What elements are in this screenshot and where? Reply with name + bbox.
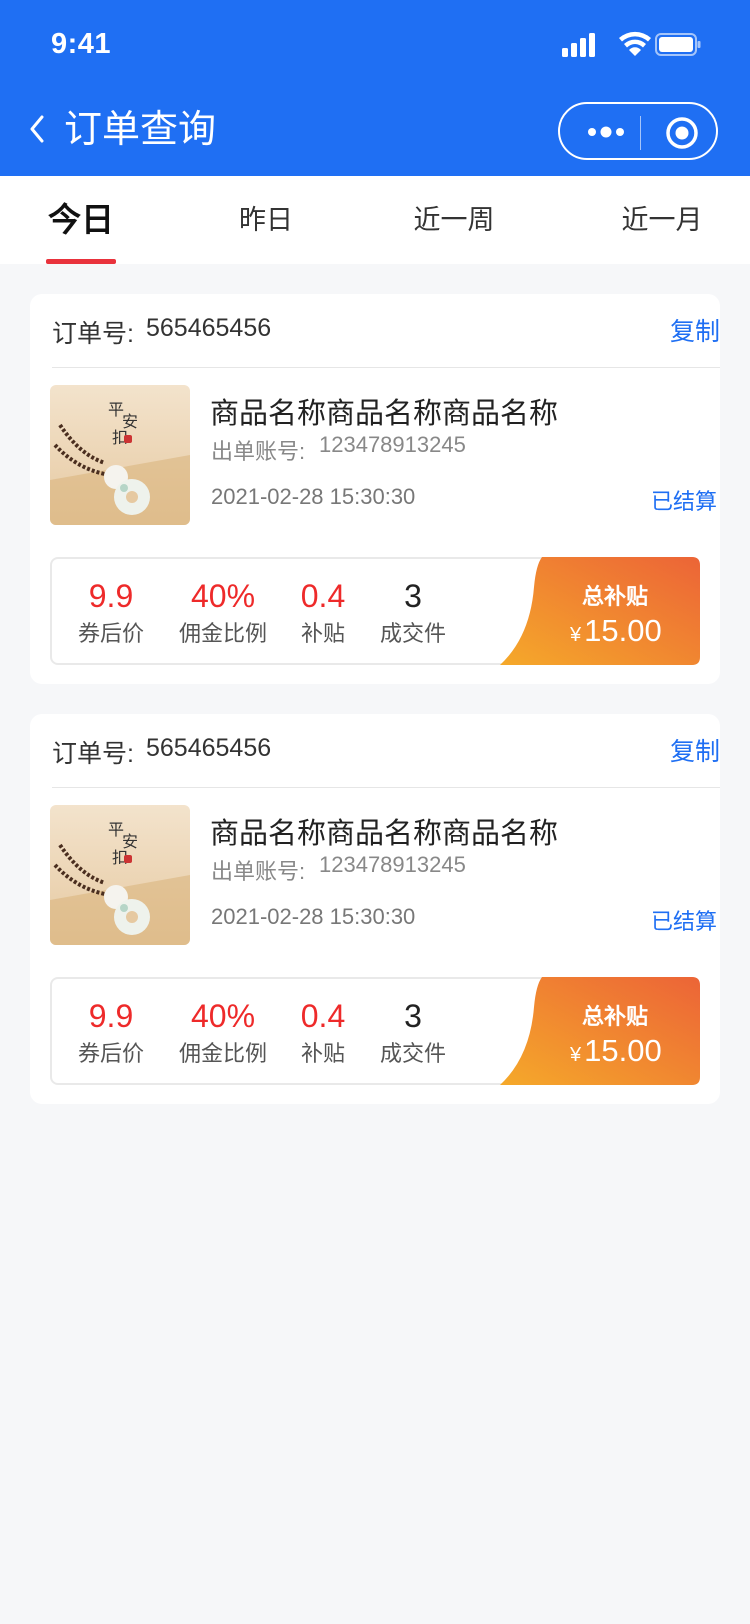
stat-value: 3 <box>404 998 422 1034</box>
stat-commission-rate: 40% 佣金比例 <box>176 577 270 647</box>
stat-value: 9.9 <box>88 998 134 1034</box>
app-header: 9:41 订单查询 <box>0 0 750 176</box>
status-badge: 已结算 <box>651 909 718 934</box>
battery-icon <box>655 33 701 56</box>
amount-value: 15.00 <box>584 1033 662 1068</box>
total-subsidy-panel: 总补贴 ¥15.00 <box>500 557 700 665</box>
tab-last-month[interactable]: 近一月 <box>612 176 712 264</box>
stat-label: 补贴 <box>300 621 345 646</box>
tab-last-week[interactable]: 近一周 <box>404 176 504 264</box>
account-label: 出单账号: <box>211 439 306 464</box>
copy-button[interactable]: 复制 <box>670 312 720 348</box>
product-name: 商品名称商品名称商品名称 <box>210 818 559 850</box>
product-image[interactable]: 平 安 扣 <box>50 385 190 525</box>
stat-value: 3 <box>404 578 422 614</box>
stat-label: 成交件 <box>379 621 446 646</box>
stat-price: 9.9 券后价 <box>76 577 146 647</box>
currency-symbol: ¥ <box>570 624 582 646</box>
currency-symbol: ¥ <box>570 1044 582 1066</box>
total-subsidy-label: 总补贴 <box>582 584 649 609</box>
stat-value: 40% <box>190 998 256 1034</box>
account-number: 123478913245 <box>319 432 466 457</box>
stat-label: 补贴 <box>300 1041 345 1066</box>
copy-button[interactable]: 复制 <box>670 732 720 768</box>
total-subsidy-label: 总补贴 <box>582 1004 649 1029</box>
order-number-label: 订单号: <box>52 320 134 348</box>
stat-label: 佣金比例 <box>178 1041 267 1066</box>
total-subsidy-amount: ¥15.00 <box>570 1033 662 1069</box>
wifi-icon <box>619 31 651 56</box>
more-icon[interactable] <box>582 120 632 144</box>
order-card: 订单号: 565465456 复制 平 安 扣 商品名称商品名称商品名称 出单账… <box>30 714 720 1104</box>
mini-program-capsule <box>558 102 718 160</box>
commission-stats: 9.9 券后价 40% 佣金比例 0.4 补贴 3 成交件 总补贴 ¥15.00 <box>50 557 700 665</box>
stat-value: 9.9 <box>88 578 134 614</box>
tab-today[interactable]: 今日 <box>46 176 116 264</box>
stat-price: 9.9 券后价 <box>76 997 146 1067</box>
divider <box>52 367 720 368</box>
page-title: 订单查询 <box>64 109 217 151</box>
order-number-label: 订单号: <box>52 740 134 768</box>
order-number: 565465456 <box>146 314 272 342</box>
stat-value: 0.4 <box>300 578 346 614</box>
date-filter-tabs: 今日 昨日 近一周 近一月 <box>0 176 750 264</box>
amount-value: 15.00 <box>584 613 662 648</box>
close-circle-icon[interactable] <box>664 115 700 151</box>
total-subsidy-amount: ¥15.00 <box>570 613 662 649</box>
stat-label: 佣金比例 <box>178 621 267 646</box>
order-number: 565465456 <box>146 734 272 762</box>
stat-label: 券后价 <box>77 1041 144 1066</box>
stat-quantity: 3 成交件 <box>378 997 448 1067</box>
tab-indicator <box>46 259 116 264</box>
order-time: 2021-02-28 15:30:30 <box>211 904 416 929</box>
total-subsidy-panel: 总补贴 ¥15.00 <box>500 977 700 1085</box>
stat-commission-rate: 40% 佣金比例 <box>176 997 270 1067</box>
status-icons <box>562 30 702 60</box>
order-time: 2021-02-28 15:30:30 <box>211 484 416 509</box>
stat-value: 0.4 <box>300 998 346 1034</box>
order-card: 订单号: 565465456 复制 平 安 扣 商品名称商品名称商品名称 出单账… <box>30 294 720 684</box>
status-time: 9:41 <box>51 28 112 60</box>
stat-quantity: 3 成交件 <box>378 577 448 647</box>
divider <box>52 787 720 788</box>
product-image[interactable]: 平 安 扣 <box>50 805 190 945</box>
capsule-divider <box>640 116 641 150</box>
account-label: 出单账号: <box>211 859 306 884</box>
status-badge: 已结算 <box>651 489 718 514</box>
stat-value: 40% <box>190 578 256 614</box>
stat-subsidy: 0.4 补贴 <box>298 577 348 647</box>
product-name: 商品名称商品名称商品名称 <box>210 398 559 430</box>
tab-yesterday[interactable]: 昨日 <box>226 176 306 264</box>
account-number: 123478913245 <box>319 852 466 877</box>
stat-subsidy: 0.4 补贴 <box>298 997 348 1067</box>
stat-label: 券后价 <box>77 621 144 646</box>
back-icon[interactable] <box>26 112 52 146</box>
commission-stats: 9.9 券后价 40% 佣金比例 0.4 补贴 3 成交件 总补贴 ¥15.00 <box>50 977 700 1085</box>
signal-icon <box>562 33 595 57</box>
stat-label: 成交件 <box>379 1041 446 1066</box>
